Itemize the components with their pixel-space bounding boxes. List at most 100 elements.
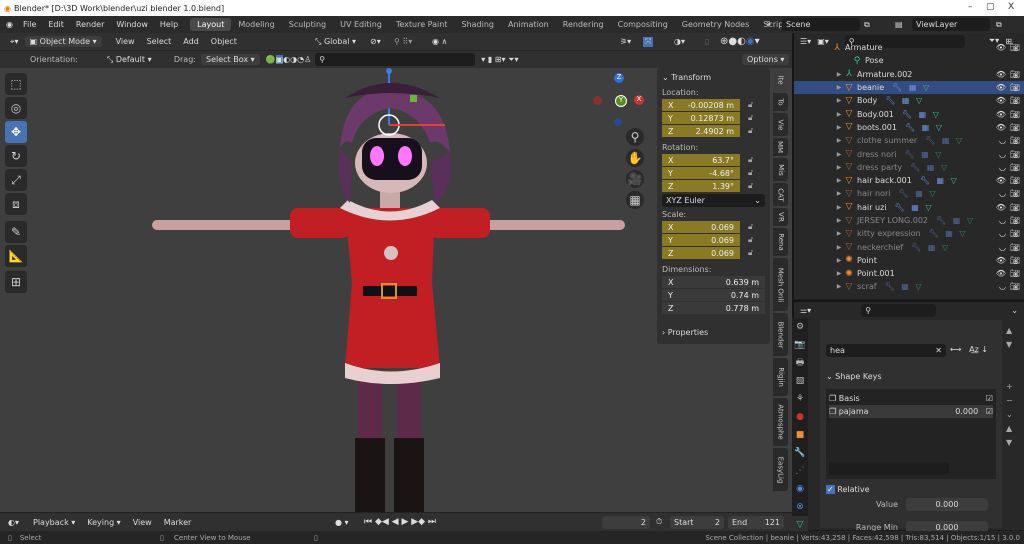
viewlayer-icon[interactable]: ▤ [895, 20, 903, 29]
hidden-icon[interactable]: ◡ [999, 229, 1006, 238]
rotation-x-field[interactable]: X63.7° [662, 154, 740, 166]
stopwatch-icon[interactable]: ⏱ [656, 517, 662, 527]
outliner-item[interactable]: ▶▽boots.001🔧︎ ▦ ▽👁︎📷︎ [794, 121, 1024, 134]
tab-layout[interactable]: Layout [190, 18, 231, 31]
select-box-tool-icon[interactable]: ⬚ [5, 73, 27, 95]
outliner-item[interactable]: ▶▽neckerchief🔧︎ ▦ ▽◡📷︎ [794, 240, 1024, 253]
expand-icon[interactable]: ▶ [834, 217, 844, 224]
expand-icon[interactable]: ▶ [834, 270, 844, 277]
sidebar-tab[interactable]: Rigjin [773, 358, 788, 396]
outliner-item[interactable]: ▶✺Point👁︎📷︎ [794, 254, 1024, 267]
tab-texture-paint[interactable]: Texture Paint [389, 18, 455, 31]
menu-view[interactable]: View [127, 518, 158, 527]
mode-selector[interactable]: ▣ Object Mode ▾ [25, 36, 102, 47]
render-camera-icon[interactable]: 📷︎ [1010, 83, 1020, 92]
shape-key-item[interactable]: ❐ Basis☑ [829, 392, 993, 405]
hidden-icon[interactable]: ◡ [999, 136, 1006, 145]
scale-x-field[interactable]: X0.069 [662, 221, 740, 233]
sidebar-tab[interactable]: Blender [773, 313, 788, 356]
modifier-icons[interactable]: 🔧︎ ▦ ▽ [899, 189, 938, 198]
modifier-icons[interactable]: 🔧︎ ▦ ▽ [904, 150, 943, 159]
outliner-item[interactable]: ▶⅄Armature.002👁︎📷︎ [794, 68, 1024, 81]
render-camera-icon[interactable]: 📷︎ [1010, 216, 1020, 225]
move-tool-icon[interactable]: ✥ [5, 121, 27, 143]
shape-key-checkbox[interactable]: ☑ [986, 394, 993, 403]
scale-tool-icon[interactable]: ⤢ [5, 169, 27, 191]
expand-icon[interactable]: ▶ [834, 283, 844, 290]
editor-type-icon[interactable]: ⚌▾ [800, 306, 811, 315]
hidden-icon[interactable]: ◡ [999, 216, 1006, 225]
expand-icon[interactable]: ▶ [834, 164, 844, 171]
scale-y-field[interactable]: Y0.069 [662, 234, 740, 246]
lock-icon[interactable]: 🔓︎ [748, 235, 753, 245]
expand-icon[interactable]: ▶ [834, 257, 844, 264]
expand-icon[interactable]: ▶ [834, 137, 844, 144]
particles-tab-icon[interactable]: ⋰ [792, 462, 808, 480]
maximize-button[interactable]: ▢ [986, 2, 995, 12]
outliner-item[interactable]: ▶▽kitty expression🔧︎ ▦ ▽◡📷︎ [794, 227, 1024, 240]
scene-icon[interactable]: ⚘ [765, 20, 772, 29]
modifier-icons[interactable]: 🔧︎ ▦ ▽ [902, 110, 941, 119]
expand-icon[interactable]: ▶ [834, 204, 844, 211]
hidden-icon[interactable]: ◡ [999, 150, 1006, 159]
options-chevron-icon[interactable]: ⌄ [1011, 306, 1018, 315]
gizmo-y[interactable]: Y [615, 95, 627, 107]
lock-icon[interactable]: 🔓︎ [748, 126, 753, 136]
new-scene-icon[interactable]: ⧉ [864, 20, 870, 30]
modifier-icons[interactable]: 🔧︎ ▦ ▽ [895, 203, 934, 212]
end-frame-field[interactable]: End121 [728, 516, 784, 529]
minimize-button[interactable]: – [968, 2, 973, 12]
tab-compositing[interactable]: Compositing [611, 18, 675, 31]
menu-view[interactable]: View [110, 37, 141, 46]
annotate-tool-icon[interactable]: ✎ [5, 221, 27, 243]
dimensions-y-field[interactable]: Y0.74 m [662, 289, 765, 301]
expand-icon[interactable]: ▶ [834, 230, 844, 237]
visibility-icon[interactable]: ⚞▾ [620, 37, 631, 46]
render-camera-icon[interactable]: 📷︎ [1010, 256, 1020, 265]
render-camera-icon[interactable]: 📷︎ [1010, 229, 1020, 238]
modifier-icons[interactable]: 🔧︎ ▦ ▽ [885, 96, 924, 105]
sort-icons[interactable]: ⟷ A͟z ↓ [950, 345, 988, 354]
render-camera-icon[interactable]: 📷︎ [1010, 269, 1020, 278]
eye-icon[interactable]: 👁︎ [996, 123, 1006, 132]
relative-checkbox[interactable]: ✓ Relative [826, 485, 996, 494]
outliner-item[interactable]: ▶▽dress party🔧︎ ▦ ▽◡📷︎ [794, 161, 1024, 174]
hidden-icon[interactable]: ◡ [999, 243, 1006, 252]
outliner-item[interactable]: ▶▽beanie🔧︎ ▦ ▽👁︎📷︎ [794, 81, 1024, 94]
current-frame-field[interactable]: 2 [602, 516, 650, 529]
shading-modes[interactable]: ⊕●◐◉▾ [720, 36, 760, 47]
render-camera-icon[interactable]: 📷︎ [1010, 176, 1020, 185]
menu-add[interactable]: Add [177, 37, 205, 46]
modifier-icons[interactable]: 🔧︎ ▦ ▽ [911, 243, 950, 252]
overlay-icon[interactable]: ◑▾ [674, 37, 685, 46]
sidebar-tab[interactable]: EasyLig [773, 448, 788, 491]
render-camera-icon[interactable]: 📷︎ [1010, 70, 1020, 79]
tab-animation[interactable]: Animation [501, 18, 556, 31]
outliner-item[interactable]: ▶▽clothe summer🔧︎ ▦ ▽◡📷︎ [794, 134, 1024, 147]
lock-icon[interactable]: 🔓︎ [748, 222, 753, 232]
expand-icon[interactable]: ▶ [834, 177, 844, 184]
render-camera-icon[interactable]: 📷︎ [1010, 163, 1020, 172]
eye-icon[interactable]: 👁︎ [996, 96, 1006, 105]
outliner-item[interactable]: ▶▽scraf🔧︎ ▦ ▽◡📷︎ [794, 280, 1024, 293]
viewport-search-input[interactable]: ⚲ [315, 53, 475, 66]
menu-window[interactable]: Window [110, 20, 154, 29]
value-field[interactable]: 0.000 [906, 498, 988, 511]
rotate-tool-icon[interactable]: ↻ [5, 145, 27, 167]
render-tab-icon[interactable]: 📷 [792, 336, 808, 354]
hidden-icon[interactable]: ◡ [999, 189, 1006, 198]
view-layer-tab-icon[interactable]: ▧ [792, 372, 808, 390]
transform-header[interactable]: ⌄ Transform [662, 73, 765, 82]
menu-marker[interactable]: Marker [158, 518, 198, 527]
menu-file[interactable]: File [17, 20, 42, 29]
sidebar-tab[interactable]: Atmosphe [773, 398, 788, 446]
expand-icon[interactable]: ▶ [834, 97, 844, 104]
transform-tool-icon[interactable]: ⧈ [5, 193, 27, 215]
add-cube-tool-icon[interactable]: ⊞ [5, 271, 27, 293]
proportional-edit-icon[interactable]: ◉ ∧ [432, 37, 447, 46]
expand-icon[interactable]: ▶ [834, 84, 844, 91]
expand-icon[interactable]: ▶ [834, 124, 844, 131]
world-tab-icon[interactable]: ● [792, 408, 808, 426]
menu-select[interactable]: Select [141, 37, 178, 46]
properties-header[interactable]: › Properties [662, 328, 765, 337]
